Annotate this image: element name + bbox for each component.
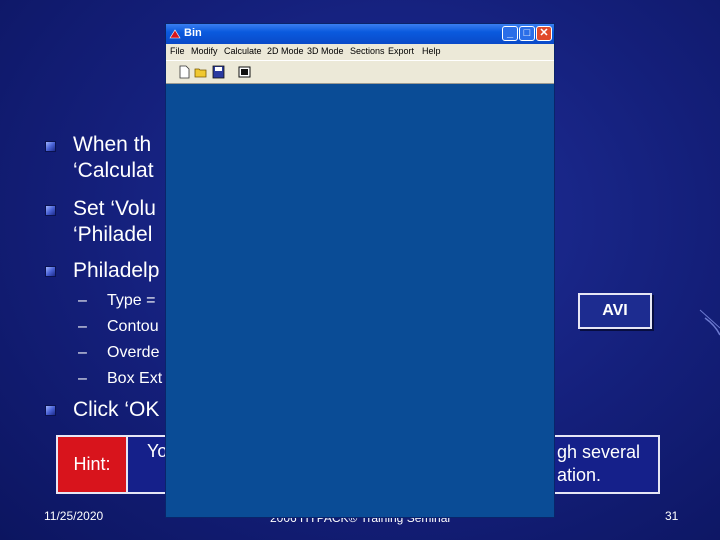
bullet-marker — [45, 205, 56, 216]
open-folder-icon[interactable] — [194, 65, 207, 79]
menu-bar: File Modify Calculate 2D Mode 3D Mode Se… — [166, 44, 554, 60]
menu-file[interactable]: File — [170, 46, 185, 56]
bullet-text: Philadelp — [73, 259, 160, 282]
menu-help[interactable]: Help — [422, 46, 441, 56]
decorative-curves — [699, 309, 720, 336]
menu-sections[interactable]: Sections — [350, 46, 385, 56]
hint-text-right-2: ation. — [557, 465, 602, 485]
bin-window: Bin _ □ ✕ File Modify Calculate 2D Mode … — [165, 23, 555, 518]
window-titlebar[interactable]: Bin _ □ ✕ — [166, 24, 554, 44]
sub-bullet-text: Contou — [107, 318, 159, 335]
bullet-marker — [45, 405, 56, 416]
click-ok-text: Click ‘OK — [73, 398, 160, 421]
bullet-marker — [45, 141, 56, 152]
toolbar — [166, 60, 554, 84]
sub-bullet-dash: – — [78, 292, 87, 309]
app-icon — [169, 29, 181, 39]
bullet-text: Set ‘Volu — [73, 197, 156, 220]
hint-label: Hint: — [58, 437, 128, 492]
hint-text-right-1: gh several — [557, 442, 641, 462]
maximize-button[interactable]: □ — [519, 26, 535, 41]
sub-bullet-dash: – — [78, 318, 87, 335]
menu-export[interactable]: Export — [388, 46, 414, 56]
bullet-text-cont: ‘Calculat — [73, 159, 154, 182]
bullet-text: When th — [73, 133, 152, 156]
sub-bullet-text: Type = — [107, 292, 156, 309]
map-canvas[interactable] — [166, 84, 554, 517]
menu-3d-mode[interactable]: 3D Mode — [307, 46, 344, 56]
bullet-marker — [45, 266, 56, 277]
print-icon[interactable] — [238, 65, 251, 79]
window-title: Bin — [184, 27, 202, 39]
menu-2d-mode[interactable]: 2D Mode — [267, 46, 304, 56]
sub-bullet-dash: – — [78, 370, 87, 387]
footer-date: 11/25/2020 — [44, 509, 104, 523]
bullet-text-cont: ‘Philadel — [73, 223, 153, 246]
menu-modify[interactable]: Modify — [191, 46, 218, 56]
new-file-icon[interactable] — [178, 65, 191, 79]
sub-bullet-text: Box Ext — [107, 370, 163, 387]
sub-bullet-dash: – — [78, 344, 87, 361]
sub-bullet-text: Overde — [107, 344, 160, 361]
close-button[interactable]: ✕ — [536, 26, 552, 41]
save-icon[interactable] — [212, 65, 225, 79]
minimize-button[interactable]: _ — [502, 26, 518, 41]
footer-page-number: 31 — [665, 509, 679, 523]
avi-button[interactable]: AVI — [578, 293, 652, 329]
menu-calculate[interactable]: Calculate — [224, 46, 262, 56]
